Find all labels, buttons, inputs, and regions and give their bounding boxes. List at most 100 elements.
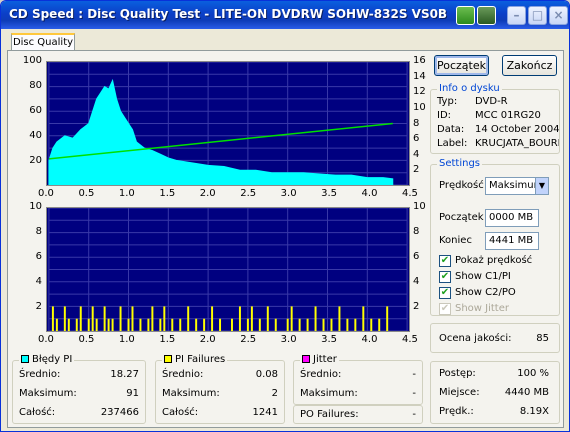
pi-max-value: 91 xyxy=(126,388,139,399)
chevron-down-icon[interactable]: ▼ xyxy=(535,178,548,194)
disc-id-label: ID: xyxy=(437,110,452,121)
show-c1pi-label: Show C1/PI xyxy=(455,271,511,282)
x-tick-label: 0.0 xyxy=(38,188,54,199)
x-tick-label: 0.5 xyxy=(78,334,95,345)
progress-group: Postęp: 100 % Miejsce: 4440 MB Prędk.: 8… xyxy=(430,361,560,424)
show-speed-checkbox[interactable]: ✔ xyxy=(439,255,451,267)
progress-label: Postęp: xyxy=(439,368,476,379)
pif-total-label: Całość: xyxy=(162,407,199,418)
jitter-max-value: - xyxy=(412,388,416,399)
jitter-avg-label: Średnio: xyxy=(300,369,342,380)
quality-label: Ocena jakości: xyxy=(439,333,512,344)
pif-max-value: 2 xyxy=(271,388,278,399)
pi-failure-bar xyxy=(127,318,130,331)
jitter-title: Jitter xyxy=(300,354,339,365)
pi-failure-bar xyxy=(95,318,98,331)
x-tick-label: 4.0 xyxy=(361,334,378,345)
y-tick-label: 4 xyxy=(35,276,42,287)
minimize-button[interactable]: – xyxy=(507,6,526,25)
y2-tick-label: 10 xyxy=(413,201,426,212)
tab-panel: Początek Zakończ Info o dysku Typ: DVD-R… xyxy=(7,50,564,428)
progress-value: 100 % xyxy=(517,368,549,379)
disc-date-label: Data: xyxy=(437,124,465,135)
end-mb-label: Koniec xyxy=(439,235,472,246)
pi-avg-value: 18.27 xyxy=(110,369,139,380)
x-tick-label: 1.0 xyxy=(118,334,135,345)
speed-select[interactable]: Maksimum ▼ xyxy=(485,177,549,195)
show-c2po-label: Show C2/PO xyxy=(455,287,516,298)
quality-value: 85 xyxy=(536,333,549,344)
pi-failure-bar xyxy=(370,318,373,331)
pi-failure-bar xyxy=(286,318,289,331)
pi-failure-bar xyxy=(219,318,222,331)
y2-tick-label: 6 xyxy=(413,133,420,145)
quality-box: Ocena jakości: 85 xyxy=(430,323,560,353)
pi-max-label: Maksimum: xyxy=(19,388,77,399)
pi-errors-title: Błędy PI xyxy=(19,354,75,365)
pi-failure-bar xyxy=(203,318,206,331)
pi-failure-bar xyxy=(211,306,214,331)
y-tick-label: 2 xyxy=(35,301,42,312)
y2-tick-label: 4 xyxy=(413,148,420,160)
y2-tick-label: 12 xyxy=(413,86,426,98)
pi-failure-bar xyxy=(139,318,142,331)
disc-label-value: KRUCJATA_BOURNE xyxy=(475,138,559,149)
po-failures-box: PO Failures: - xyxy=(293,405,423,424)
pi-failure-bar xyxy=(131,306,134,331)
show-c2po-checkbox[interactable]: ✔ xyxy=(439,287,451,299)
pi-failure-bar xyxy=(378,318,381,331)
po-failures-value: - xyxy=(412,409,416,420)
pi-failure-bar xyxy=(330,318,333,331)
app-window: CD Speed : Disc Quality Test - LITE-ON D… xyxy=(0,0,570,432)
start-mb-label: Początek xyxy=(439,212,484,223)
x-tick-label: 1.5 xyxy=(159,188,176,199)
x-tick-label: 2.0 xyxy=(199,188,216,199)
disc-label-label: Label: xyxy=(437,138,468,149)
pi-failure-bar xyxy=(75,318,78,331)
y2-tick-label: 2 xyxy=(413,164,420,176)
disc-type-label: Typ: xyxy=(437,96,458,107)
tab-disc-quality[interactable]: Disc Quality xyxy=(11,33,75,51)
disc-date-value: 14 October 2004 xyxy=(475,124,560,135)
pif-avg-value: 0.08 xyxy=(255,369,278,380)
y2-tick-label: 10 xyxy=(413,101,426,113)
x-tick-label: 1.5 xyxy=(159,334,176,345)
pi-failure-bar xyxy=(362,306,365,331)
disc-id-value: MCC 01RG20 xyxy=(475,110,541,121)
pi-failure-bar xyxy=(103,306,106,331)
show-jitter-checkbox[interactable]: ✔ xyxy=(439,303,451,315)
app-icon-2[interactable] xyxy=(477,6,496,25)
pi-failure-bar xyxy=(322,318,325,331)
maximize-button[interactable]: □ xyxy=(528,6,547,25)
settings-group: Settings Prędkość Maksimum ▼ Początek 00… xyxy=(430,158,560,316)
pi-failure-bar xyxy=(290,306,293,331)
pi-failure-bar xyxy=(354,318,357,331)
disc-info-group: Info o dysku Typ: DVD-R ID: MCC 01RG20 D… xyxy=(430,83,560,154)
show-c1pi-checkbox[interactable]: ✔ xyxy=(439,271,451,283)
finish-button[interactable]: Zakończ xyxy=(502,55,557,76)
x-tick-label: 2.0 xyxy=(199,334,216,345)
pif-max-label: Maksimum: xyxy=(162,388,220,399)
pi-errors-group: Błędy PI Średnio: 18.27 Maksimum: 91 Cał… xyxy=(12,354,146,424)
pi-failure-bar xyxy=(258,318,261,331)
disc-type-value: DVD-R xyxy=(475,96,508,107)
close-button[interactable]: × xyxy=(549,6,568,25)
pi-total-value: 237466 xyxy=(100,407,139,418)
pif-total-value: 1241 xyxy=(252,407,278,418)
end-mb-input[interactable]: 4441 MB xyxy=(485,232,539,250)
x-tick-label: 3.0 xyxy=(280,334,297,345)
pi-failure-bar xyxy=(55,318,58,331)
pi-failure-bar xyxy=(346,318,349,331)
x-tick-label: 0.0 xyxy=(38,334,54,345)
pi-failures-group: PI Failures Średnio: 0.08 Maksimum: 2 Ca… xyxy=(155,354,285,424)
window-title: CD Speed : Disc Quality Test - LITE-ON D… xyxy=(9,7,448,21)
start-button[interactable]: Początek xyxy=(434,55,489,76)
app-icon-1[interactable] xyxy=(456,6,475,25)
pi-failure-bar xyxy=(195,318,198,331)
pi-failure-bar xyxy=(386,306,389,331)
x-tick-label: 0.5 xyxy=(78,188,95,199)
pi-failure-bar xyxy=(119,306,122,331)
pi-failure-bar xyxy=(91,306,94,331)
start-mb-input[interactable]: 0000 MB xyxy=(485,209,539,227)
pi-avg-label: Średnio: xyxy=(19,369,61,380)
